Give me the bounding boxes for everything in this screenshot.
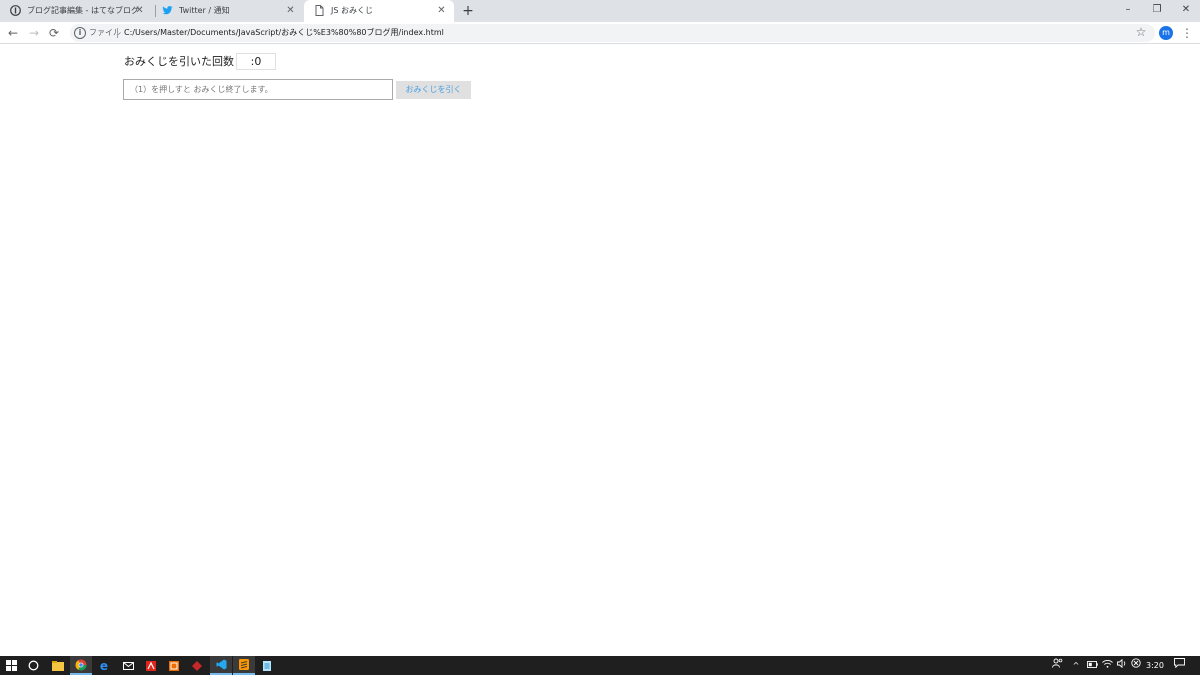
tab-title: ブログ記事編集 - はてなブログ [27, 6, 139, 15]
tab-omikuji[interactable]: JS おみくじ ✕ [304, 0, 454, 22]
reload-button[interactable]: ⟳ [46, 25, 62, 41]
minimize-button[interactable]: – [1113, 0, 1143, 20]
windows-start-icon[interactable] [0, 656, 22, 675]
address-divider [117, 28, 118, 38]
battery-icon[interactable] [1086, 656, 1098, 675]
browser-toolbar: ← → ⟳ i ファイル C:/Users/Master/Documents/J… [0, 22, 1200, 44]
draw-count-label: おみくじを引いた回数 [124, 55, 234, 68]
file-explorer-icon[interactable] [47, 656, 69, 675]
sublime-text-icon[interactable] [233, 656, 255, 675]
people-icon[interactable] [1050, 656, 1064, 675]
tab-strip: ブログ記事編集 - はてなブログ ✕ Twitter / 通知 ✕ JS おみく… [0, 0, 1200, 22]
close-icon[interactable]: ✕ [436, 5, 447, 16]
draw-count-value: :0 [236, 53, 276, 70]
info-icon[interactable]: i [74, 27, 86, 39]
forward-button[interactable]: → [26, 25, 42, 41]
tab-hatena-blog[interactable]: ブログ記事編集 - はてなブログ ✕ [0, 0, 152, 22]
acrobat-icon[interactable] [140, 656, 162, 675]
ime-indicator-icon[interactable] [1130, 656, 1142, 675]
url-text[interactable]: C:/Users/Master/Documents/JavaScript/おみく… [124, 28, 444, 38]
draw-omikuji-button[interactable]: おみくじを引く [396, 81, 471, 99]
clock[interactable]: 3:20 [1144, 656, 1166, 675]
tab-title: Twitter / 通知 [179, 6, 230, 15]
restore-button[interactable]: ❐ [1142, 0, 1172, 20]
tab-title: JS おみくじ [331, 6, 373, 15]
notification-icon[interactable] [1172, 656, 1186, 675]
tab-twitter[interactable]: Twitter / 通知 ✕ [152, 0, 303, 22]
taskbar: e ^ 3:20 [0, 656, 1200, 675]
vscode-icon[interactable] [210, 656, 232, 675]
menu-kebab-icon[interactable]: ⋮ [1180, 25, 1194, 41]
app-red-icon[interactable] [186, 656, 208, 675]
wifi-icon[interactable] [1101, 656, 1113, 675]
volume-icon[interactable] [1116, 656, 1128, 675]
close-window-button[interactable]: ✕ [1171, 0, 1200, 20]
address-bar[interactable]: i ファイル C:/Users/Master/Documents/JavaScr… [70, 24, 1155, 42]
mail-icon[interactable] [117, 656, 139, 675]
close-icon[interactable]: ✕ [134, 5, 145, 16]
notepad-icon[interactable] [256, 656, 278, 675]
edge-icon[interactable]: e [93, 656, 115, 675]
document-icon [314, 5, 325, 16]
chrome-icon[interactable] [70, 656, 92, 675]
omikuji-input[interactable] [123, 79, 393, 100]
app-orange-icon[interactable] [163, 656, 185, 675]
new-tab-button[interactable]: + [460, 3, 476, 19]
back-button[interactable]: ← [5, 25, 21, 41]
hatena-icon [10, 5, 21, 16]
page-content: おみくじを引いた回数 :0 おみくじを引く [0, 45, 1200, 656]
bookmark-star-icon[interactable]: ☆ [1134, 25, 1148, 39]
chevron-up-icon[interactable]: ^ [1070, 656, 1082, 675]
cortana-search-icon[interactable] [22, 656, 44, 675]
twitter-icon [162, 5, 173, 16]
profile-avatar[interactable]: m [1159, 26, 1173, 40]
close-icon[interactable]: ✕ [285, 5, 296, 16]
